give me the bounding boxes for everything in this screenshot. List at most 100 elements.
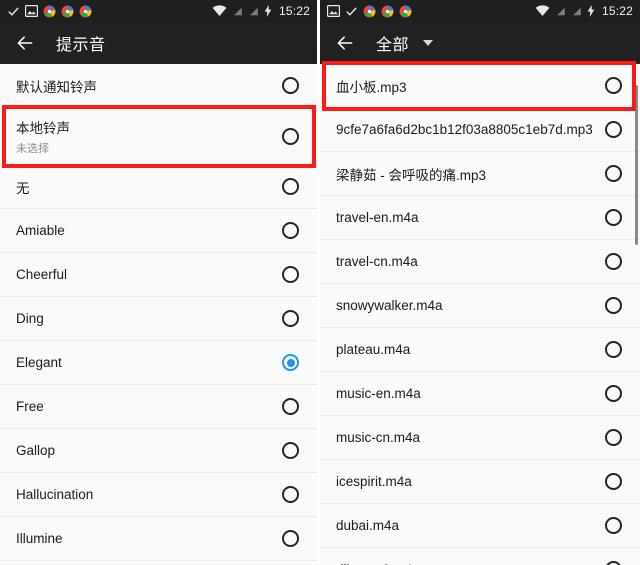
- list-item-labels: 默认通知铃声: [16, 76, 272, 96]
- radio-button[interactable]: [282, 222, 299, 239]
- image-icon: [25, 5, 38, 17]
- list-item-labels: Cheerful: [16, 267, 272, 282]
- radio-button[interactable]: [605, 253, 622, 270]
- list-item-labels: Hallucination: [16, 487, 272, 502]
- list-item[interactable]: plateau.m4a: [320, 328, 640, 372]
- signal-off-icon: [232, 6, 243, 16]
- radio-button[interactable]: [282, 442, 299, 459]
- list-item-labels: plateau.m4a: [336, 342, 595, 357]
- list-item-label: 血小板.mp3: [336, 79, 407, 95]
- ringtone-list[interactable]: 默认通知铃声本地铃声 未选择无 Amiable Cheerful Ding Elegant…: [0, 64, 317, 565]
- list-item-label: 9cfe7a6fa6d2bc1b12f03a8805c1eb7d.mp3: [336, 122, 593, 137]
- back-arrow-icon[interactable]: [332, 30, 358, 56]
- radio-button[interactable]: [282, 486, 299, 503]
- image-icon: [327, 5, 340, 17]
- list-item[interactable]: 默认通知铃声: [0, 64, 317, 108]
- app-color-icon: [79, 5, 92, 17]
- list-item-labels: Amiable: [16, 223, 272, 238]
- radio-button[interactable]: [605, 561, 622, 565]
- page-title-left: 提示音: [56, 37, 106, 54]
- list-item[interactable]: djievent2.m4a: [320, 548, 640, 565]
- list-item-labels: Elegant: [16, 355, 272, 370]
- list-item[interactable]: 梁静茹 - 会呼吸的痛.mp3: [320, 152, 640, 196]
- app-bar-left: 提示音: [0, 22, 317, 64]
- radio-button[interactable]: [605, 429, 622, 446]
- check-icon: [346, 7, 357, 15]
- list-item-label: music-cn.m4a: [336, 430, 421, 445]
- list-item[interactable]: music-en.m4a: [320, 372, 640, 416]
- list-item[interactable]: 本地铃声 未选择: [0, 108, 317, 165]
- list-item-labels: Ding: [16, 311, 272, 326]
- radio-button[interactable]: [282, 178, 299, 195]
- list-item-labels: icespirit.m4a: [336, 474, 595, 489]
- app-color-icon: [399, 5, 412, 17]
- radio-button[interactable]: [282, 77, 299, 94]
- list-item[interactable]: music-cn.m4a: [320, 416, 640, 460]
- list-item-label: icespirit.m4a: [336, 474, 412, 489]
- list-item[interactable]: travel-en.m4a: [320, 196, 640, 240]
- radio-button-selected[interactable]: [282, 354, 299, 371]
- charging-bolt-icon: [587, 5, 595, 17]
- list-item-labels: music-en.m4a: [336, 386, 595, 401]
- wifi-icon: [212, 5, 227, 17]
- radio-button[interactable]: [282, 530, 299, 547]
- radio-button[interactable]: [282, 266, 299, 283]
- list-item-labels: 本地铃声 未选择: [16, 117, 272, 156]
- radio-button[interactable]: [605, 209, 622, 226]
- list-item[interactable]: Joyful: [0, 561, 317, 565]
- signal-off-icon: [248, 6, 259, 16]
- audio-file-list[interactable]: 血小板.mp3 9cfe7a6fa6d2bc1b12f03a8805c1eb7d.…: [320, 64, 640, 565]
- list-scrollbar[interactable]: [635, 85, 638, 245]
- list-item-label: Ding: [16, 311, 44, 326]
- dual-screenshot-container: 15:22 提示音 默认通知铃声本地铃声 未选择无 Amiable Cheerful D…: [0, 0, 640, 565]
- status-bar-left: 15:22: [0, 0, 317, 22]
- radio-button[interactable]: [605, 517, 622, 534]
- list-item-label: travel-en.m4a: [336, 210, 419, 225]
- list-item[interactable]: 9cfe7a6fa6d2bc1b12f03a8805c1eb7d.mp3: [320, 108, 640, 152]
- list-item[interactable]: Cheerful: [0, 253, 317, 297]
- list-item[interactable]: Elegant: [0, 341, 317, 385]
- list-item[interactable]: Free: [0, 385, 317, 429]
- radio-button[interactable]: [605, 385, 622, 402]
- radio-button[interactable]: [282, 127, 299, 145]
- list-item[interactable]: dubai.m4a: [320, 504, 640, 548]
- status-bar-clock: 15:22: [278, 4, 310, 18]
- radio-button[interactable]: [605, 165, 622, 182]
- back-arrow-icon[interactable]: [12, 30, 38, 56]
- list-item-label: Cheerful: [16, 267, 68, 282]
- radio-button[interactable]: [282, 310, 299, 327]
- list-item-labels: music-cn.m4a: [336, 430, 595, 445]
- status-bar-right: 15:22: [320, 0, 640, 22]
- radio-button[interactable]: [605, 473, 622, 490]
- list-item[interactable]: Illumine: [0, 517, 317, 561]
- check-icon: [8, 7, 19, 15]
- list-item[interactable]: 无: [0, 165, 317, 209]
- radio-button[interactable]: [605, 77, 622, 94]
- list-item[interactable]: Ding: [0, 297, 317, 341]
- app-color-icon: [363, 5, 376, 17]
- list-item[interactable]: snowywalker.m4a: [320, 284, 640, 328]
- radio-button[interactable]: [282, 398, 299, 415]
- app-color-icon: [61, 5, 74, 17]
- list-item-labels: 9cfe7a6fa6d2bc1b12f03a8805c1eb7d.mp3: [336, 122, 595, 137]
- list-item-labels: 无: [16, 177, 272, 197]
- list-item-label: music-en.m4a: [336, 386, 421, 401]
- list-item-labels: Illumine: [16, 531, 272, 546]
- list-item[interactable]: travel-cn.m4a: [320, 240, 640, 284]
- list-item-label: dubai.m4a: [336, 518, 400, 533]
- list-item[interactable]: Amiable: [0, 209, 317, 253]
- list-item-labels: 梁静茹 - 会呼吸的痛.mp3: [336, 164, 595, 184]
- charging-bolt-icon: [264, 5, 272, 17]
- radio-button[interactable]: [605, 341, 622, 358]
- chevron-down-icon[interactable]: [423, 40, 434, 46]
- radio-button[interactable]: [605, 297, 622, 314]
- list-item-labels: 血小板.mp3: [336, 76, 595, 96]
- list-item-label: 默认通知铃声: [16, 79, 97, 95]
- signal-off-icon: [555, 6, 566, 16]
- list-item[interactable]: icespirit.m4a: [320, 460, 640, 504]
- list-item[interactable]: Hallucination: [0, 473, 317, 517]
- radio-button[interactable]: [605, 121, 622, 138]
- list-item[interactable]: Gallop: [0, 429, 317, 473]
- list-item-labels: travel-en.m4a: [336, 210, 595, 225]
- list-item[interactable]: 血小板.mp3: [320, 64, 640, 108]
